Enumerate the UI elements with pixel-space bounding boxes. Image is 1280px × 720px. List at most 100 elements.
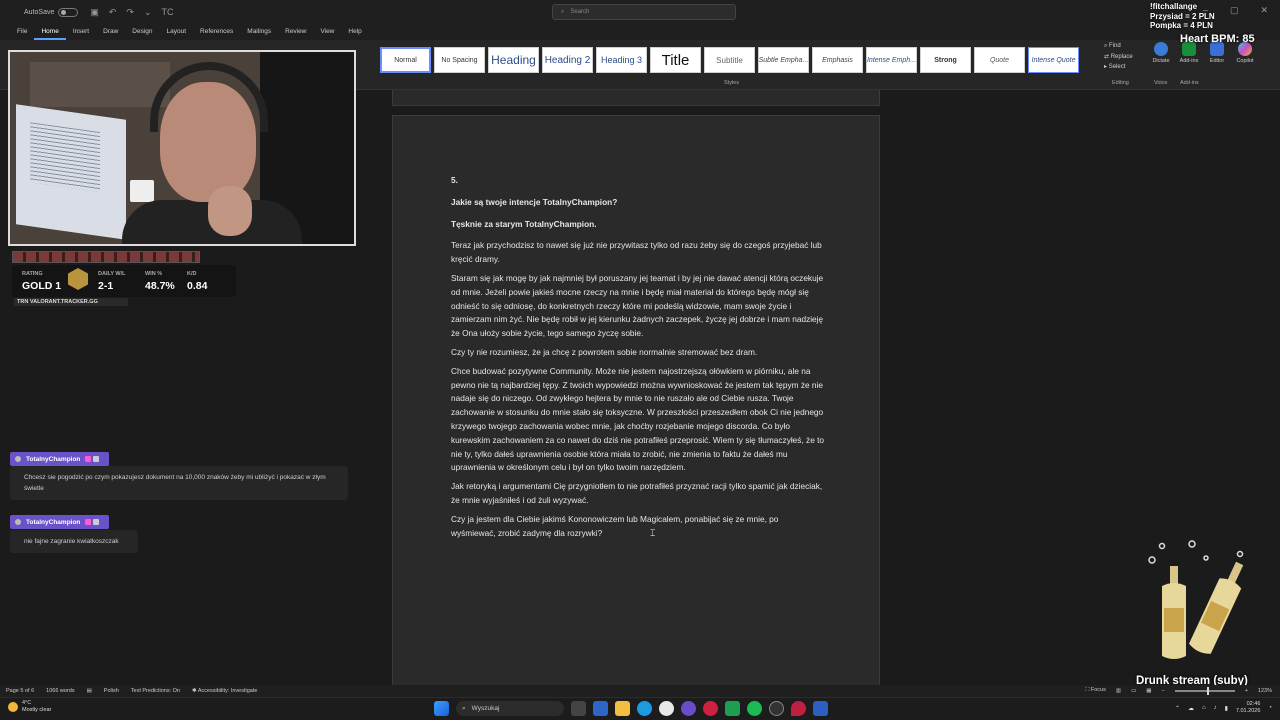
user-avatar: [15, 456, 21, 462]
ribbon-right-buttons: Dictate Add-ins Editor Copilot: [1150, 42, 1256, 64]
task-view-icon[interactable]: [571, 701, 586, 716]
spotify-icon[interactable]: [747, 701, 762, 716]
taskbar-apps: ⌕ Wyszukaj: [434, 701, 828, 716]
style-heading[interactable]: Heading: [488, 47, 539, 73]
style-heading-2[interactable]: Heading 2: [542, 47, 593, 73]
tab-design[interactable]: Design: [125, 24, 159, 40]
proofing-icon[interactable]: ▤: [87, 688, 92, 694]
quick-access-label: TC: [161, 6, 174, 17]
section-heading: Jakie są twoje intencje TotalnyChampion?: [451, 196, 618, 207]
chrome-icon[interactable]: [659, 701, 674, 716]
tab-layout[interactable]: Layout: [160, 24, 194, 40]
badge-icon: [93, 519, 100, 525]
maximize-icon[interactable]: ▢: [1230, 5, 1239, 16]
zoom-out-icon[interactable]: −: [1161, 688, 1164, 694]
accessibility-status[interactable]: ✱ Accessibility: Investigate: [192, 688, 257, 694]
style-intense-quote[interactable]: Intense Quote: [1028, 47, 1079, 73]
zoom-slider[interactable]: [1174, 686, 1235, 695]
read-mode-icon[interactable]: ▥: [1116, 688, 1121, 694]
addins-label: Add-ins: [1179, 58, 1199, 64]
obs-icon[interactable]: [769, 701, 784, 716]
chat-username: TotalnyChampion: [10, 515, 109, 529]
search-input[interactable]: ⌕ Search: [552, 4, 736, 20]
weather-text: Mostly clear: [22, 707, 52, 713]
autosave[interactable]: AutoSave: [24, 7, 79, 17]
tab-draw[interactable]: Draw: [96, 24, 125, 40]
chat-username-text: TotalnyChampion: [26, 518, 81, 526]
editor-button[interactable]: Editor: [1206, 42, 1228, 64]
tab-help[interactable]: Help: [341, 24, 368, 40]
customize-icon[interactable]: ⌄: [144, 7, 152, 18]
battery-icon[interactable]: ▮: [1225, 705, 1228, 712]
excel-icon[interactable]: [725, 701, 740, 716]
focus-button[interactable]: ⛶ Focus: [1086, 687, 1106, 694]
style-strong[interactable]: Strong: [920, 47, 971, 73]
style-no-spacing[interactable]: No Spacing: [434, 47, 485, 73]
style-emphasis[interactable]: Emphasis: [812, 47, 863, 73]
tab-mailings[interactable]: Mailings: [240, 24, 278, 40]
page-body[interactable]: 5. Jakie są twoje intencje TotalnyChampi…: [451, 174, 825, 545]
discord-icon[interactable]: [681, 701, 696, 716]
addins-button[interactable]: Add-ins: [1178, 42, 1200, 64]
edge-icon[interactable]: [637, 701, 652, 716]
clock[interactable]: 02:46 7.01.2026: [1236, 701, 1260, 715]
close-icon[interactable]: ✕: [1260, 5, 1268, 16]
user-avatar: [15, 519, 21, 525]
badge-icon: [85, 519, 92, 525]
undo-icon[interactable]: ↶: [109, 7, 117, 18]
style-intense-emphasis[interactable]: Intense Emph...: [866, 47, 917, 73]
tab-view[interactable]: View: [313, 24, 341, 40]
save-icon[interactable]: ▣: [90, 7, 99, 18]
tray-overflow-icon[interactable]: ⌃: [1175, 705, 1180, 712]
record-app-icon[interactable]: [703, 701, 718, 716]
dictate-label: Dictate: [1152, 58, 1170, 64]
style-subtitle[interactable]: Subtitle: [704, 47, 755, 73]
paragraph: Chce budować pozytywne Community. Może n…: [451, 365, 825, 473]
network-icon[interactable]: ⌂: [1202, 705, 1206, 711]
champagne-icon: [1148, 540, 1244, 659]
style-title[interactable]: Title: [650, 47, 701, 73]
style-subtle-emphasis[interactable]: Subtle Empha...: [758, 47, 809, 73]
document-page[interactable]: 5. Jakie są twoje intencje TotalnyChampi…: [392, 115, 880, 690]
file-explorer-icon[interactable]: [615, 701, 630, 716]
style-heading-3[interactable]: Heading 3: [596, 47, 647, 73]
style-normal[interactable]: Normal: [380, 47, 431, 73]
tab-home[interactable]: Home: [34, 24, 66, 40]
find-button[interactable]: ⌕ Find: [1104, 43, 1133, 50]
mouse-cursor-icon: ⌶: [650, 528, 656, 538]
replace-button[interactable]: ⇄ Replace: [1104, 53, 1133, 60]
web-layout-icon[interactable]: ▦: [1146, 688, 1151, 694]
paragraph: Teraz jak przychodzisz to nawet się już …: [451, 240, 822, 265]
tray-app-icon[interactable]: ☁: [1188, 705, 1194, 712]
page-count[interactable]: Page 5 of 6: [6, 688, 34, 694]
word-icon[interactable]: [813, 701, 828, 716]
search-placeholder: Search: [570, 9, 590, 15]
copilot-app-icon[interactable]: [593, 701, 608, 716]
clock-date: 7.01.2026: [1235, 708, 1261, 714]
chat-message: Chcesz sie pogodzić po czym pokazujesz d…: [10, 466, 348, 500]
map-pin-icon[interactable]: [791, 701, 806, 716]
redo-icon[interactable]: ↷: [126, 7, 134, 18]
zoom-level[interactable]: 123%: [1258, 688, 1272, 694]
language[interactable]: Polish: [104, 688, 119, 694]
windows-start-icon[interactable]: [434, 701, 449, 716]
tab-review[interactable]: Review: [278, 24, 313, 40]
dictate-button[interactable]: Dictate: [1150, 42, 1172, 64]
tab-references[interactable]: References: [193, 24, 240, 40]
autosave-toggle[interactable]: [58, 7, 79, 17]
select-button[interactable]: ▸ Select: [1104, 63, 1133, 70]
volume-icon[interactable]: ♪: [1214, 705, 1217, 711]
style-quote[interactable]: Quote: [974, 47, 1025, 73]
zoom-in-icon[interactable]: +: [1245, 688, 1248, 694]
find-label: Find: [1109, 43, 1121, 49]
notifications-icon[interactable]: ◔: [1268, 705, 1272, 711]
copilot-button[interactable]: Copilot: [1234, 42, 1256, 64]
tab-file[interactable]: File: [10, 24, 34, 40]
word-count[interactable]: 1066 words: [46, 688, 74, 694]
tab-insert[interactable]: Insert: [66, 24, 96, 40]
print-layout-icon[interactable]: ▭: [1131, 688, 1136, 694]
weather-widget[interactable]: 4°C Mostly clear: [8, 700, 51, 714]
text-predictions[interactable]: Text Predictions: On: [131, 688, 180, 694]
chat-username-text: TotalnyChampion: [26, 455, 81, 463]
taskbar-search[interactable]: ⌕ Wyszukaj: [456, 701, 564, 716]
